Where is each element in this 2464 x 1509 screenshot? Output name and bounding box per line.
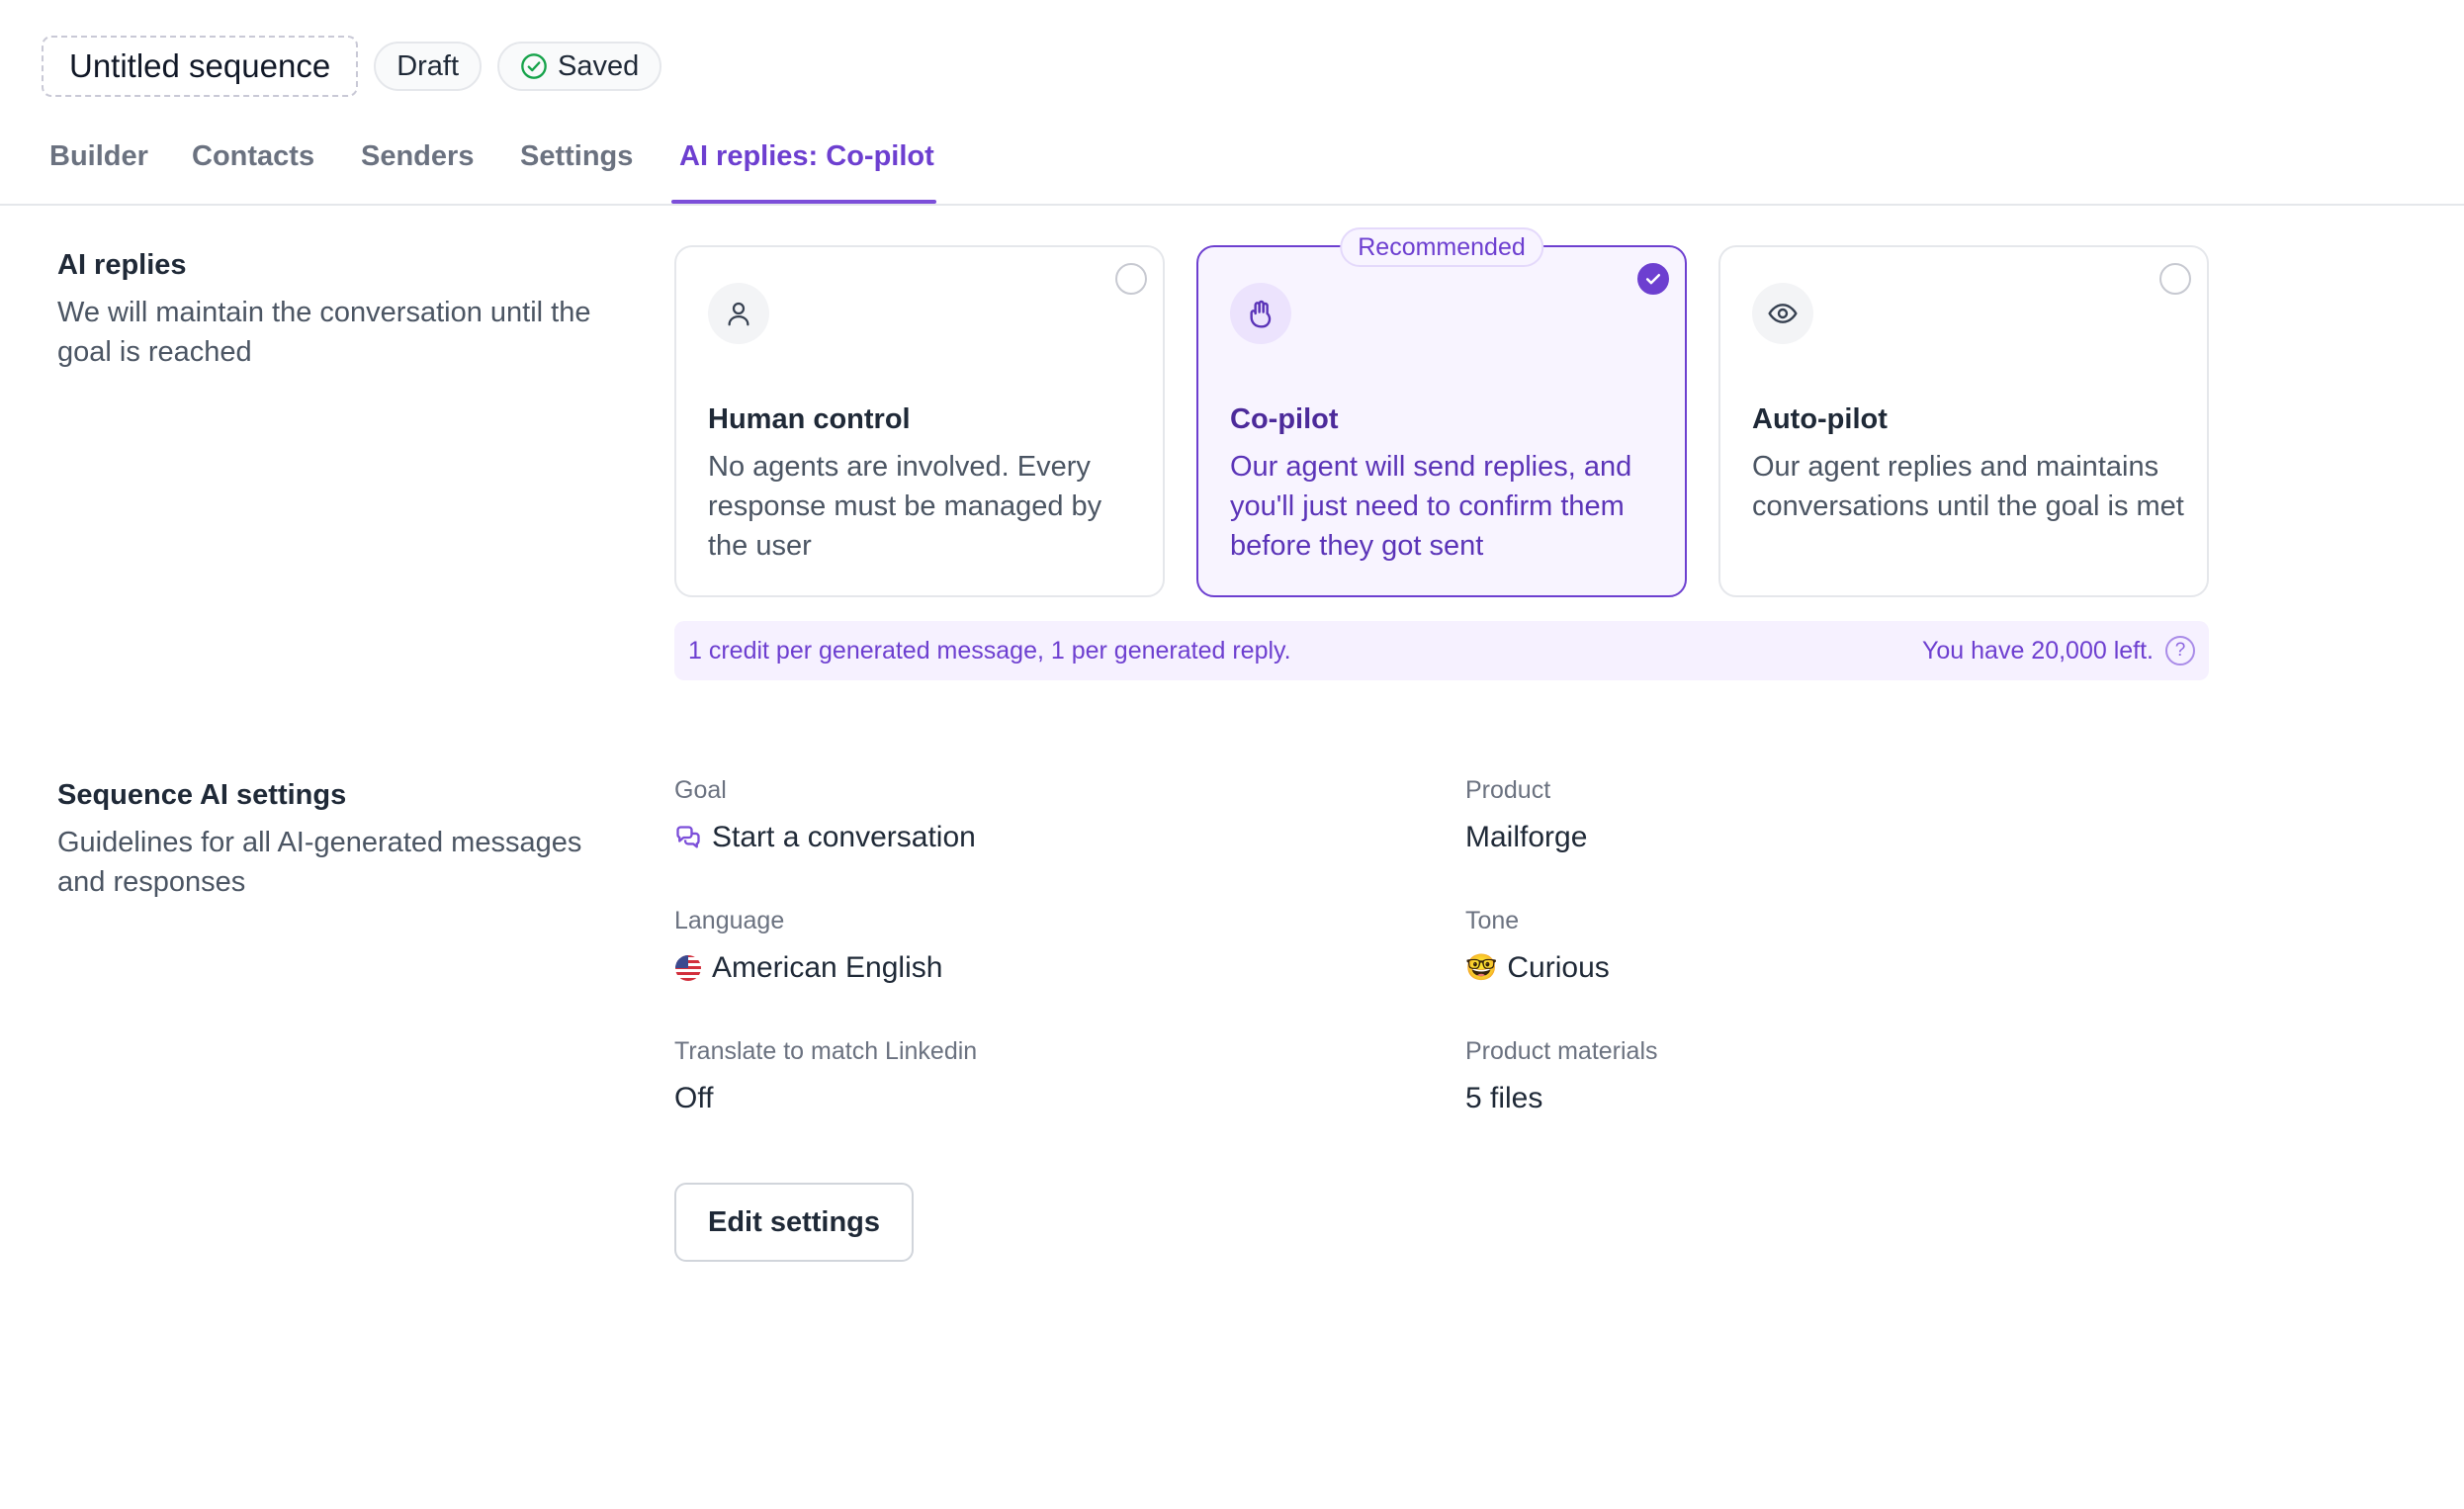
option-card-human-control[interactable]: Human control No agents are involved. Ev… [674, 245, 1165, 597]
check-icon [1645, 274, 1661, 285]
tab-contacts[interactable]: Contacts [192, 140, 314, 173]
language-value: American English [674, 951, 942, 985]
ai-replies-title: AI replies [57, 249, 187, 281]
tone-text: Curious [1507, 951, 1610, 984]
option-card-co-pilot[interactable]: Recommended Co-pilot Our agent will send… [1196, 227, 1687, 597]
tone-label: Tone [1465, 907, 1520, 934]
option-title: Co-pilot [1230, 403, 1339, 435]
language-text: American English [712, 951, 943, 984]
option-description: Our agent will send replies, and you'll … [1230, 451, 1632, 562]
us-flag-icon [675, 955, 701, 981]
product-label: Product [1465, 776, 1551, 804]
eye-icon [1752, 283, 1813, 344]
sequence-settings-title: Sequence AI settings [57, 779, 347, 811]
saved-badge: Saved [497, 42, 662, 91]
help-icon[interactable]: ? [2165, 636, 2195, 666]
option-title: Auto-pilot [1752, 403, 1888, 435]
radio-human-control[interactable] [1115, 263, 1147, 295]
credits-left: You have 20,000 left. [1922, 636, 2154, 665]
status-badge: Draft [374, 42, 483, 91]
saved-label: Saved [558, 49, 640, 82]
tone-value: 🤓 Curious [1465, 951, 1610, 985]
sequence-title[interactable]: Untitled sequence [42, 36, 359, 97]
tab-senders[interactable]: Senders [361, 140, 474, 173]
option-title: Human control [708, 403, 911, 435]
goal-label: Goal [674, 776, 727, 804]
option-card-auto-pilot[interactable]: Auto-pilot Our agent replies and maintai… [1718, 245, 2209, 597]
check-circle-icon [521, 53, 547, 79]
edit-settings-button[interactable]: Edit settings [674, 1183, 915, 1262]
goal-text: Start a conversation [712, 821, 976, 853]
tab-builder[interactable]: Builder [49, 140, 148, 173]
credit-note: 1 credit per generated message, 1 per ge… [688, 636, 1291, 665]
materials-value: 5 files [1465, 1082, 1543, 1114]
recommended-badge: Recommended [1340, 227, 1543, 267]
ai-replies-description: We will maintain the conversation until … [57, 297, 591, 368]
option-description: Our agent replies and maintains conversa… [1752, 451, 2184, 522]
person-icon [708, 283, 769, 344]
language-label: Language [674, 907, 785, 934]
credit-info-bar: 1 credit per generated message, 1 per ge… [674, 621, 2209, 680]
chat-bubbles-icon [676, 826, 700, 848]
translate-label: Translate to match Linkedin [674, 1037, 978, 1065]
nerd-face-icon: 🤓 [1465, 953, 1498, 983]
hand-icon [1230, 283, 1291, 344]
tab-ai-replies[interactable]: AI replies: Co-pilot [679, 140, 934, 173]
product-value: Mailforge [1465, 821, 1588, 853]
status-label: Draft [396, 49, 460, 82]
materials-label: Product materials [1465, 1037, 1658, 1065]
radio-auto-pilot[interactable] [2159, 263, 2191, 295]
option-description: No agents are involved. Every response m… [708, 451, 1102, 562]
tab-settings[interactable]: Settings [520, 140, 633, 173]
radio-co-pilot[interactable] [1637, 263, 1669, 295]
goal-value: Start a conversation [674, 821, 976, 854]
translate-value: Off [674, 1082, 714, 1114]
sequence-header: Untitled sequence Draft Saved [42, 36, 662, 97]
sequence-settings-description: Guidelines for all AI-generated messages… [57, 827, 582, 898]
active-tab-indicator [671, 200, 936, 204]
tab-bar: Builder Contacts Senders Settings AI rep… [0, 129, 2464, 206]
